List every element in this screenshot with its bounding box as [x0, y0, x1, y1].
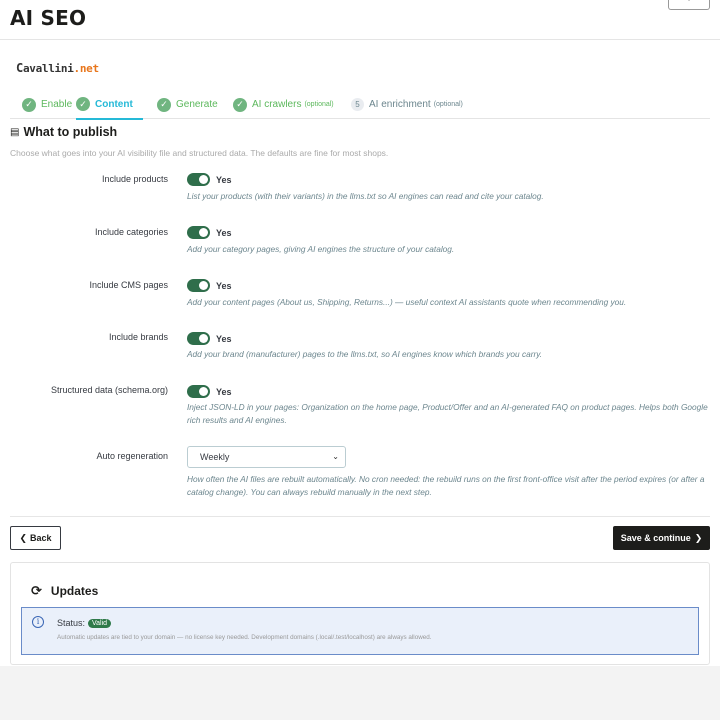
- brand-logo: Cavallini.net: [16, 61, 99, 75]
- status-line: Status: Valid: [57, 618, 112, 628]
- chevron-left-icon: ❮: [19, 532, 28, 543]
- optional-tag: (optional): [433, 101, 463, 108]
- updates-note: Automatic updates are tied to your domai…: [57, 634, 432, 641]
- structured-data-help: Inject JSON-LD in your pages: Organizati…: [187, 402, 708, 425]
- switch-value: Yes: [216, 387, 232, 397]
- include-cms-pages-label: Include CMS pages: [89, 280, 168, 290]
- step-label: Generate: [176, 99, 218, 110]
- wizard-stepper: ✓ Enable ✓ Content ✓ Generate ✓ AI crawl…: [10, 90, 710, 120]
- chevron-down-icon: ⌄: [332, 452, 339, 461]
- top-action-button[interactable]: •: [668, 0, 710, 10]
- step-number: 5: [351, 98, 364, 111]
- select-value: Weekly: [200, 452, 230, 462]
- include-brands-label: Include brands: [108, 332, 168, 342]
- refresh-icon: ⟳: [31, 583, 42, 598]
- switch-value: Yes: [216, 228, 232, 238]
- status-badge: Valid: [88, 618, 112, 628]
- include-products-switch[interactable]: [187, 173, 210, 186]
- info-icon: i: [32, 616, 44, 628]
- check-icon: ✓: [76, 97, 90, 111]
- step-ai-enrichment[interactable]: 5 AI enrichment (optional): [351, 90, 463, 119]
- switch-value: Yes: [216, 281, 232, 291]
- switch-value: Yes: [216, 334, 232, 344]
- updates-card: ⟳ Updates i Status: Valid Automatic upda…: [10, 562, 710, 665]
- include-categories-label: Include categories: [94, 227, 168, 237]
- updates-title: ⟳ Updates: [31, 583, 99, 598]
- include-categories-help: Add your category pages, giving AI engin…: [187, 244, 455, 254]
- step-generate[interactable]: ✓ Generate: [157, 90, 218, 119]
- section-title: ▤ What to publish: [10, 125, 118, 139]
- step-ai-crawlers[interactable]: ✓ AI crawlers (optional): [233, 90, 334, 119]
- back-button[interactable]: ❮ Back: [10, 526, 61, 550]
- step-label: Content: [95, 98, 133, 110]
- check-icon: ✓: [157, 97, 171, 112]
- step-label: AI crawlers: [252, 99, 302, 110]
- auto-regeneration-help: How often the AI files are rebuilt autom…: [187, 474, 705, 497]
- auto-regeneration-label: Auto regeneration: [96, 451, 168, 461]
- step-content[interactable]: ✓ Content: [76, 90, 143, 120]
- step-enable[interactable]: ✓ Enable: [22, 90, 72, 119]
- auto-regeneration-select[interactable]: Weekly ⌄: [187, 446, 346, 468]
- include-categories-switch[interactable]: [187, 226, 210, 239]
- section-description: Choose what goes into your AI visibility…: [10, 148, 389, 158]
- include-cms-pages-help: Add your content pages (About us, Shippi…: [187, 297, 627, 307]
- divider: [10, 516, 710, 517]
- license-status-alert: i Status: Valid Automatic updates are ti…: [21, 607, 699, 655]
- structured-data-label: Structured data (schema.org): [50, 385, 168, 395]
- switch-value: Yes: [216, 175, 232, 185]
- check-icon: ✓: [22, 97, 36, 112]
- include-brands-help: Add your brand (manufacturer) pages to t…: [187, 349, 543, 359]
- include-brands-switch[interactable]: [187, 332, 210, 345]
- step-label: AI enrichment: [369, 99, 431, 110]
- top-bar: AI SEO •: [0, 0, 720, 40]
- include-cms-pages-switch[interactable]: [187, 279, 210, 292]
- chevron-right-icon: ❯: [694, 532, 703, 543]
- page-title: AI SEO: [10, 6, 87, 30]
- optional-tag: (optional): [304, 101, 334, 108]
- structured-data-switch[interactable]: [187, 385, 210, 398]
- save-continue-button[interactable]: Save & continue ❯: [613, 526, 710, 550]
- list-icon: ▤: [10, 126, 20, 138]
- step-label: Enable: [41, 99, 73, 110]
- check-icon: ✓: [233, 97, 247, 112]
- include-products-label: Include products: [101, 174, 168, 184]
- include-products-help: List your products (with their variants)…: [187, 191, 544, 201]
